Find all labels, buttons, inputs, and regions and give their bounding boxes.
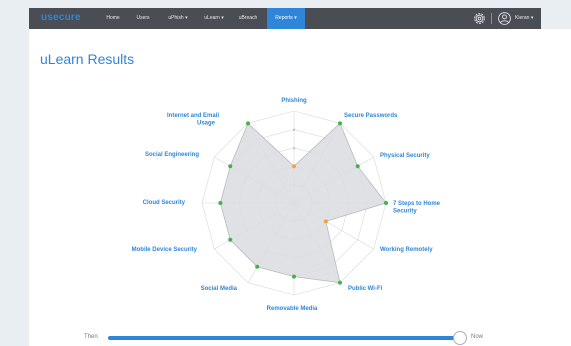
radar-data-point [228, 164, 233, 169]
radar-data-point [292, 274, 296, 279]
category-label: Removable Media [267, 306, 318, 312]
category-label: Internet and Email Usage [167, 113, 219, 127]
category-label: 7 Steps to Home Security [393, 201, 441, 215]
radar-data-point [338, 121, 342, 126]
radar-data-point [292, 164, 296, 169]
radial-tick-label: 8 [293, 127, 296, 132]
category-label: Physical Security [380, 153, 430, 159]
radar-data-point [228, 237, 233, 242]
category-label: Social Engineering [145, 152, 199, 158]
slider-then-label: Then [84, 334, 98, 340]
radar-series-area [219, 122, 387, 284]
nav-users[interactable]: Users [132, 8, 154, 29]
top-navigation-bar: usecure Home Users uPhish ▾ uLearn ▾ uBr… [29, 8, 541, 29]
category-label: Working Remotely [380, 247, 433, 253]
category-label: Social Media [201, 286, 238, 292]
category-label: Public Wi-Fi [348, 286, 383, 292]
nav-ulearn[interactable]: uLearn ▾ [199, 8, 229, 29]
radial-tick-label: 6 [293, 145, 296, 150]
category-label: Cloud Security [143, 200, 186, 206]
radar-data-point [246, 121, 250, 126]
timeline-slider-track[interactable] [108, 336, 462, 340]
nav-home[interactable]: Home [101, 8, 125, 29]
usecure-logo[interactable]: usecure [41, 12, 81, 23]
category-label: Phishing [281, 98, 307, 104]
timeline-slider-handle[interactable] [453, 331, 467, 345]
category-label: Secure Passwords [344, 113, 398, 119]
nav-uphish[interactable]: uPhish ▾ [163, 8, 193, 29]
nav-reports[interactable]: Reports ▾ [267, 8, 305, 29]
slider-now-label: Now [471, 334, 484, 340]
radar-data-point [323, 219, 328, 224]
category-label: Mobile Device Security [132, 247, 198, 253]
user-circle-icon[interactable] [497, 11, 512, 26]
radar-data-point [255, 264, 260, 269]
toolbar-divider [491, 13, 492, 24]
nav-ubreach[interactable]: uBreach [234, 8, 262, 29]
radar-data-point [384, 201, 388, 205]
radar-data-point [355, 164, 360, 169]
radar-data-point [338, 280, 342, 285]
radar-data-point [218, 201, 223, 205]
gear-icon[interactable] [472, 11, 487, 26]
radar-chart: 2468PhishingSecure PasswordsPhysical Sec… [132, 98, 441, 312]
user-menu[interactable]: Kieran ▾ [515, 8, 533, 29]
